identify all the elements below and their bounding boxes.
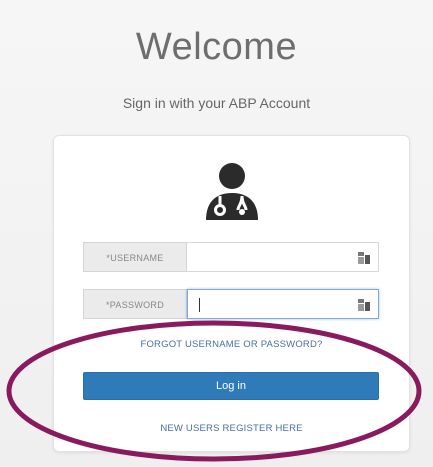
- password-manager-key-icon[interactable]: [358, 299, 370, 311]
- page-title: Welcome: [135, 26, 298, 68]
- username-label: *USERNAME: [83, 242, 187, 272]
- login-card: *USERNAME *PASSWORD FORGOT USERNAME OR P…: [53, 135, 410, 452]
- doctor-avatar-icon: [206, 163, 258, 220]
- login-button[interactable]: Log in: [83, 372, 379, 400]
- password-label: *PASSWORD: [83, 289, 187, 319]
- username-row: *USERNAME: [83, 242, 379, 272]
- forgot-credentials-link[interactable]: FORGOT USERNAME OR PASSWORD?: [54, 339, 409, 350]
- username-input[interactable]: [187, 243, 378, 271]
- password-input[interactable]: [188, 290, 378, 318]
- login-page: Welcome Sign in with your ABP Account *U…: [0, 0, 433, 467]
- password-row: *PASSWORD: [83, 289, 379, 319]
- text-caret: [199, 298, 200, 312]
- username-field-wrapper: [187, 242, 379, 272]
- password-field-wrapper: [187, 289, 379, 319]
- page-subtitle: Sign in with your ABP Account: [122, 95, 311, 111]
- register-link[interactable]: NEW USERS REGISTER HERE: [54, 423, 409, 434]
- password-manager-key-icon[interactable]: [358, 252, 370, 264]
